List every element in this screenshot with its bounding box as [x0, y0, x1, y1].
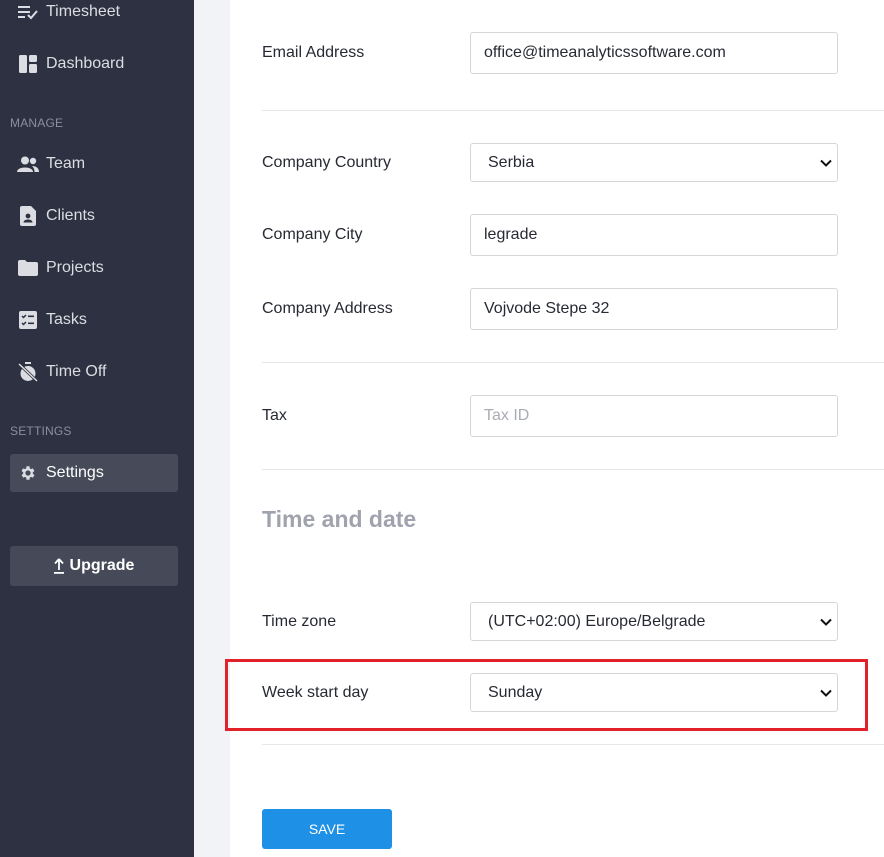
tasks-icon: [16, 311, 40, 329]
sidebar-item-settings[interactable]: Settings: [10, 454, 178, 492]
upload-arrow-icon: [53, 558, 64, 574]
clients-icon: [16, 206, 40, 226]
upgrade-label: Upgrade: [69, 557, 135, 574]
email-value: office@timeanalyticssoftware.com: [484, 44, 726, 61]
divider: [262, 362, 884, 363]
company-country-value: Serbia: [488, 153, 535, 171]
sidebar-item-label: Settings: [46, 464, 104, 481]
sidebar-item-label: Timesheet: [46, 3, 121, 20]
dashboard-icon: [16, 55, 40, 73]
folder-icon: [16, 260, 40, 276]
tax-id-field[interactable]: Tax ID: [470, 395, 838, 437]
company-country-label: Company Country: [262, 154, 391, 171]
sidebar-item-dashboard[interactable]: Dashboard: [10, 45, 178, 83]
company-address-field[interactable]: Vojvode Stepe 32: [470, 288, 838, 330]
divider: [262, 110, 884, 111]
sidebar-item-clients[interactable]: Clients: [10, 197, 178, 235]
settings-section-label: SETTINGS: [10, 424, 72, 438]
sidebar-item-label: Projects: [46, 259, 104, 276]
divider: [262, 744, 884, 745]
team-icon: [16, 156, 40, 172]
save-button[interactable]: SAVE: [262, 809, 392, 849]
email-field[interactable]: office@timeanalyticssoftware.com: [470, 32, 838, 74]
sidebar-item-team[interactable]: Team: [10, 145, 178, 183]
chevron-down-icon: [820, 613, 832, 631]
company-country-select[interactable]: Serbia: [470, 143, 838, 182]
sidebar-item-label: Clients: [46, 207, 95, 224]
upgrade-button[interactable]: Upgrade: [10, 546, 178, 586]
company-city-field[interactable]: legrade: [470, 214, 838, 256]
tax-id-placeholder: Tax ID: [484, 407, 530, 424]
tax-label: Tax: [262, 407, 287, 424]
highlight-box: [225, 659, 868, 731]
manage-section-label: MANAGE: [10, 116, 64, 130]
time-off-icon: [16, 362, 40, 382]
company-city-value: legrade: [484, 226, 538, 243]
gear-icon: [16, 464, 40, 482]
sidebar-item-label: Tasks: [46, 311, 87, 328]
sidebar-item-time-off[interactable]: Time Off: [10, 353, 178, 391]
sidebar-item-timesheet[interactable]: Timesheet: [10, 0, 178, 31]
time-zone-select[interactable]: (UTC+02:00) Europe/Belgrade: [470, 602, 838, 641]
sidebar-item-label: Dashboard: [46, 55, 125, 72]
company-address-value: Vojvode Stepe 32: [484, 300, 610, 317]
sidebar: Timesheet Dashboard MANAGE Team Clients …: [0, 0, 194, 857]
time-zone-label: Time zone: [262, 613, 337, 630]
sidebar-item-label: Team: [46, 155, 86, 172]
time-zone-value: (UTC+02:00) Europe/Belgrade: [488, 612, 706, 630]
sidebar-item-label: Time Off: [46, 363, 107, 380]
company-city-label: Company City: [262, 226, 363, 243]
time-and-date-heading: Time and date: [262, 506, 417, 532]
company-address-label: Company Address: [262, 300, 393, 317]
divider: [262, 469, 884, 470]
timesheet-icon: [16, 3, 40, 21]
sidebar-item-tasks[interactable]: Tasks: [10, 301, 178, 339]
chevron-down-icon: [820, 154, 832, 172]
sidebar-item-projects[interactable]: Projects: [10, 249, 178, 287]
email-label: Email Address: [262, 44, 365, 61]
